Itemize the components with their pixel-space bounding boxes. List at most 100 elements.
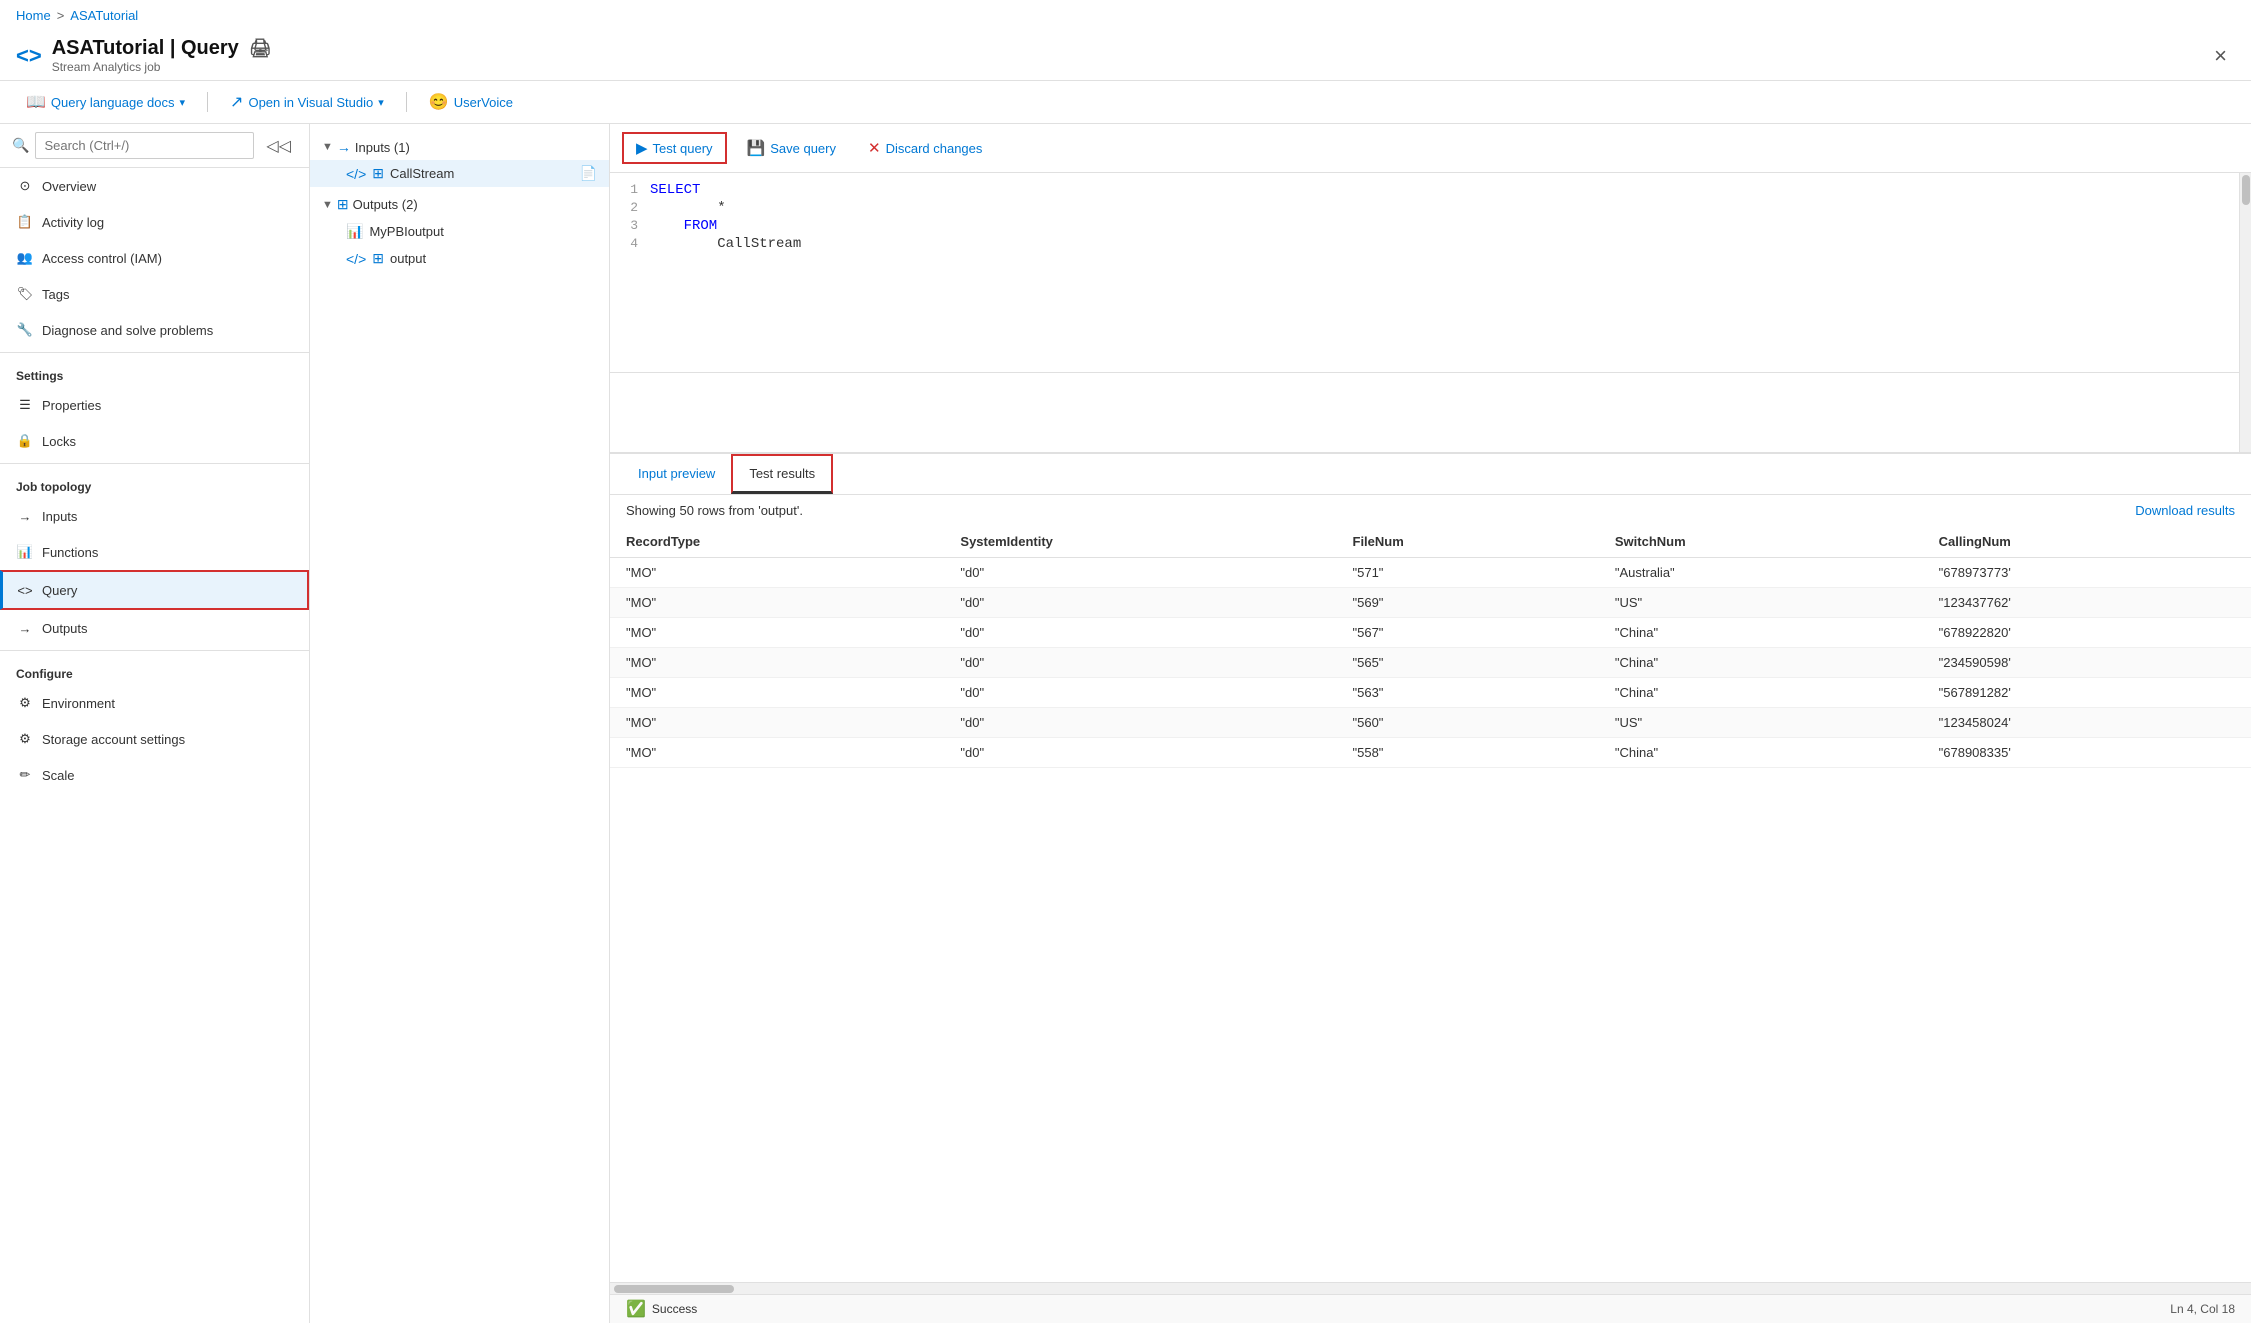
sidebar-item-inputs[interactable]: → Inputs: [0, 498, 309, 534]
discard-changes-button[interactable]: ✕ Discard changes: [856, 134, 994, 162]
tree-inputs-header[interactable]: ▼ → Inputs (1): [310, 134, 609, 160]
locks-icon: 🔒: [16, 432, 34, 450]
tree-item-output[interactable]: </> ⊞ output: [310, 245, 609, 272]
search-box: 🔍 ◁◁: [0, 124, 309, 168]
tree-section-outputs: ▼ ⊞ Outputs (2) 📊 MyPBIoutput </> ⊞ outp…: [310, 189, 609, 274]
search-input[interactable]: [35, 132, 254, 159]
sidebar-item-overview[interactable]: ⊙ Overview: [0, 168, 309, 204]
nav-section-settings: ☰ Properties 🔒 Locks: [0, 387, 309, 459]
code-editor[interactable]: 1 SELECT 2 * 3 FROM: [610, 173, 2239, 452]
query-toolbar: ▶ Test query 💾 Save query ✕ Discard chan…: [610, 124, 2251, 173]
table-cell: "US": [1599, 588, 1923, 618]
results-tabs: Input preview Test results: [610, 454, 2251, 495]
tab-input-preview[interactable]: Input preview: [622, 456, 731, 493]
user-voice-button[interactable]: 😊 UserVoice: [419, 87, 523, 117]
col-system-identity: SystemIdentity: [944, 526, 1336, 558]
tree-item-mypbioutput[interactable]: 📊 MyPBIoutput: [310, 218, 609, 245]
collapse-sidebar-button[interactable]: ◁◁: [260, 134, 297, 158]
download-results-link[interactable]: Download results: [2135, 503, 2235, 518]
settings-section-label: Settings: [0, 357, 309, 387]
results-header: Showing 50 rows from 'output'. Download …: [610, 495, 2251, 526]
table-cell: "565": [1337, 648, 1599, 678]
horizontal-scrollbar[interactable]: [610, 1282, 2251, 1294]
breadcrumb-home[interactable]: Home: [16, 8, 51, 23]
tree-item-callstream[interactable]: </> ⊞ CallStream 📄: [310, 160, 609, 187]
table-cell: "571": [1337, 558, 1599, 588]
line-content-1: SELECT: [650, 182, 2239, 198]
table-cell: "MO": [610, 648, 944, 678]
breadcrumb-current[interactable]: ASATutorial: [70, 8, 138, 23]
table-cell: "678922820': [1923, 618, 2251, 648]
table-row: "MO""d0""560""US""123458024': [610, 708, 2251, 738]
line-content-3: FROM: [650, 218, 2239, 234]
query-lang-docs-button[interactable]: 📖 Query language docs ▾: [16, 87, 195, 117]
editor-area[interactable]: 1 SELECT 2 * 3 FROM: [610, 173, 2239, 373]
table-row: "MO""d0""567""China""678922820': [610, 618, 2251, 648]
inputs-icon: →: [16, 507, 34, 525]
nav-section-main: ⊙ Overview 📋 Activity log 👥 Access contr…: [0, 168, 309, 348]
sidebar-item-locks[interactable]: 🔒 Locks: [0, 423, 309, 459]
sidebar-item-properties[interactable]: ☰ Properties: [0, 387, 309, 423]
results-info: Showing 50 rows from 'output'.: [626, 503, 803, 518]
col-switch-num: SwitchNum: [1599, 526, 1923, 558]
tab-test-results[interactable]: Test results: [731, 454, 833, 494]
sidebar-item-tags[interactable]: 🏷 Tags: [0, 276, 309, 312]
sidebar-item-diagnose[interactable]: 🔧 Diagnose and solve problems: [0, 312, 309, 348]
sidebar-item-query[interactable]: <> Query: [0, 570, 309, 610]
table-cell: "d0": [944, 678, 1336, 708]
inputs-tree-icon: →: [337, 139, 351, 155]
sidebar-item-activity-log[interactable]: 📋 Activity log: [0, 204, 309, 240]
editor-line-1: 1 SELECT: [610, 181, 2239, 199]
diagnose-icon: 🔧: [16, 321, 34, 339]
table-cell: "567891282': [1923, 678, 2251, 708]
sidebar-item-outputs[interactable]: → Outputs: [0, 610, 309, 646]
line-content-2: *: [650, 200, 2239, 216]
save-icon: 💾: [747, 139, 766, 157]
page-title: ASATutorial | Query 🖨: [52, 37, 272, 60]
page-subtitle: Stream Analytics job: [52, 60, 272, 74]
table-cell: "MO": [610, 588, 944, 618]
page-icon: <>: [16, 43, 42, 69]
cursor-position: Ln 4, Col 18: [2170, 1302, 2235, 1316]
toolbar-separator-2: [406, 92, 407, 112]
query-panel: ▶ Test query 💾 Save query ✕ Discard chan…: [610, 124, 2251, 1323]
line-number-1: 1: [610, 182, 650, 198]
table-cell: "MO": [610, 738, 944, 768]
main-layout: 🔍 ◁◁ ⊙ Overview 📋 Activity log 👥 Access …: [0, 124, 2251, 1323]
page-header: <> ASATutorial | Query 🖨 Stream Analytic…: [0, 31, 2251, 81]
content-area: ▼ → Inputs (1) </> ⊞ CallStream 📄 ▼: [310, 124, 2251, 1323]
table-cell: "US": [1599, 708, 1923, 738]
sidebar: 🔍 ◁◁ ⊙ Overview 📋 Activity log 👥 Access …: [0, 124, 310, 1323]
results-table[interactable]: RecordType SystemIdentity FileNum Switch…: [610, 526, 2251, 1282]
title-block: ASATutorial | Query 🖨 Stream Analytics j…: [52, 37, 272, 74]
callstream-doc-icon[interactable]: 📄: [580, 165, 597, 182]
tree-panel: ▼ → Inputs (1) </> ⊞ CallStream 📄 ▼: [310, 124, 610, 1323]
table-cell: "MO": [610, 708, 944, 738]
sidebar-item-storage-account-settings[interactable]: ⚙ Storage account settings: [0, 721, 309, 757]
tree-outputs-header[interactable]: ▼ ⊞ Outputs (2): [310, 191, 609, 218]
table-cell: "d0": [944, 708, 1336, 738]
sidebar-item-environment[interactable]: ⚙ Environment: [0, 685, 309, 721]
save-query-button[interactable]: 💾 Save query: [735, 134, 848, 162]
discard-icon: ✕: [868, 139, 881, 157]
test-query-button[interactable]: ▶ Test query: [622, 132, 727, 164]
sidebar-item-scale[interactable]: ✏ Scale: [0, 757, 309, 793]
table-row: "MO""d0""571""Australia""678973773': [610, 558, 2251, 588]
success-icon: ✅: [626, 1299, 646, 1319]
editor-scrollbar[interactable]: [2239, 173, 2251, 452]
table-cell: "d0": [944, 648, 1336, 678]
success-label: Success: [652, 1302, 697, 1316]
open-visual-studio-button[interactable]: ↗ Open in Visual Studio ▾: [220, 87, 394, 117]
print-button[interactable]: 🖨: [249, 38, 272, 59]
sidebar-item-access-control[interactable]: 👥 Access control (IAM): [0, 240, 309, 276]
header-row: RecordType SystemIdentity FileNum Switch…: [610, 526, 2251, 558]
close-button[interactable]: ×: [2206, 39, 2235, 73]
divider-3: [0, 650, 309, 651]
editor-line-2: 2 *: [610, 199, 2239, 217]
sidebar-item-functions[interactable]: 📊 Functions: [0, 534, 309, 570]
table-cell: "China": [1599, 678, 1923, 708]
table-cell: "569": [1337, 588, 1599, 618]
editor-line-3: 3 FROM: [610, 217, 2239, 235]
search-icon: 🔍: [12, 137, 29, 154]
table-cell: "558": [1337, 738, 1599, 768]
